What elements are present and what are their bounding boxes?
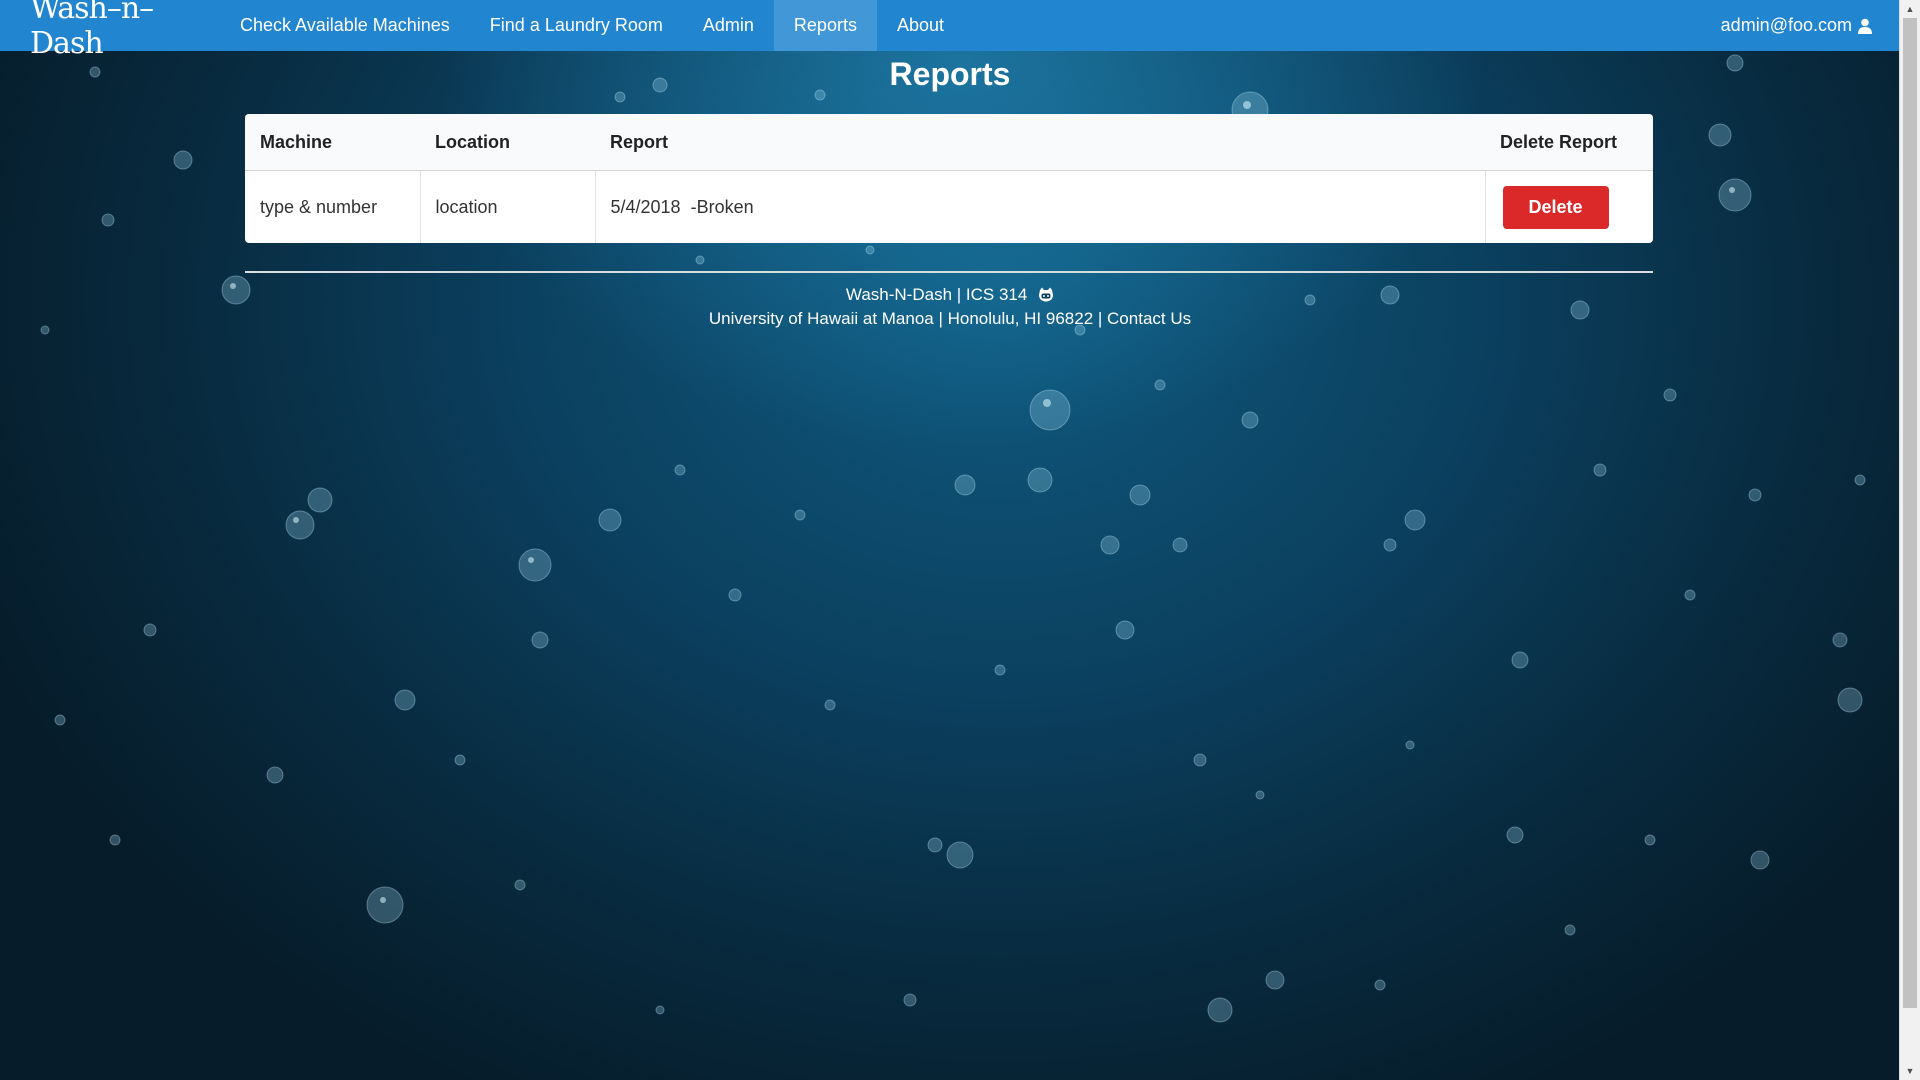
table-header-row: Machine Location Report Delete Report xyxy=(245,114,1653,171)
contact-us-link[interactable]: Contact Us xyxy=(1107,309,1191,328)
table-row: type & number location 5/4/2018 -Broken … xyxy=(245,170,1653,243)
nav-find-laundry-room[interactable]: Find a Laundry Room xyxy=(470,0,683,51)
page-title: Reports xyxy=(889,56,1011,92)
nav-about[interactable]: About xyxy=(877,0,964,51)
footer-line-1: Wash-N-Dash | ICS 314 xyxy=(0,283,1900,307)
column-header-machine: Machine xyxy=(245,114,420,171)
cell-delete: Delete xyxy=(1484,170,1653,243)
delete-report-button[interactable]: Delete xyxy=(1502,185,1609,229)
cell-report: 5/4/2018 -Broken xyxy=(594,170,1485,243)
reports-table: Machine Location Report Delete Report ty… xyxy=(245,114,1653,243)
cell-location: location xyxy=(419,170,595,243)
cell-machine: type & number xyxy=(260,196,378,217)
column-header-report: Report xyxy=(595,114,1485,171)
scroll-down-icon[interactable]: ▼ xyxy=(1900,1062,1920,1080)
scrollbar-thumb[interactable] xyxy=(1903,18,1917,1008)
nav-reports[interactable]: Reports xyxy=(773,0,877,51)
footer: Wash-N-Dash | ICS 314 University of Hawa… xyxy=(0,283,1900,331)
github-icon[interactable] xyxy=(1038,287,1054,302)
footer-line-2: University of Hawaii at Manoa | Honolulu… xyxy=(0,307,1900,331)
top-navbar: Wash–n–Dash Check Available Machines Fin… xyxy=(0,0,1900,61)
brand-logo[interactable]: Wash–n–Dash xyxy=(0,0,220,61)
user-email: admin@foo.com xyxy=(1720,15,1852,35)
footer-divider xyxy=(245,271,1653,273)
user-icon xyxy=(1858,18,1872,34)
column-header-location: Location xyxy=(420,114,595,171)
footer-project-text: Wash-N-Dash | ICS 314 xyxy=(845,285,1028,304)
vertical-scrollbar[interactable]: ▲ ▼ xyxy=(1899,0,1920,1080)
column-header-delete-report: Delete Report xyxy=(1485,114,1653,171)
scroll-up-icon[interactable]: ▲ xyxy=(1900,0,1920,18)
nav-check-available-machines[interactable]: Check Available Machines xyxy=(220,0,470,51)
footer-address: University of Hawaii at Manoa | Honolulu… xyxy=(708,309,1103,328)
nav-admin[interactable]: Admin xyxy=(683,0,774,51)
user-menu[interactable]: admin@foo.com xyxy=(1721,0,1900,51)
